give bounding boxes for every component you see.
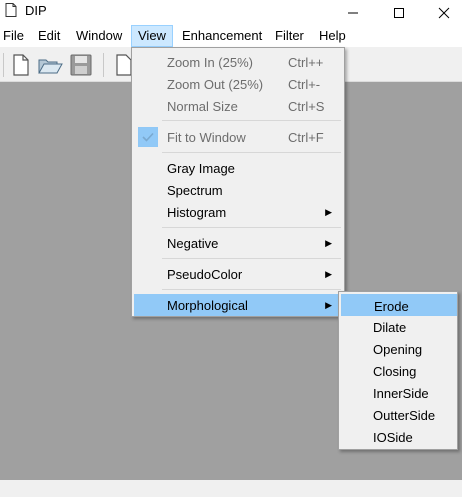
negative-label: Negative [167,236,219,251]
morphological-submenu: Erode Dilate Opening Closing InnerSide O… [338,291,458,450]
menu-view[interactable]: View [131,25,173,47]
menu-separator [162,227,341,228]
menu-separator [162,152,341,153]
fit-to-window-label: Fit to Window [167,130,246,145]
submenu-arrow-icon: ▶ [325,300,332,310]
pseudocolor-label: PseudoColor [167,267,243,282]
dilate-label: Dilate [373,320,407,335]
fit-to-window-item[interactable]: Fit to Window Ctrl+F [134,126,342,148]
menu-help[interactable]: Help [313,25,352,47]
menu-separator [162,289,341,290]
submenu-arrow-icon: ▶ [325,207,332,217]
minimize-icon [348,12,358,13]
outterside-label: OutterSide [373,408,436,423]
checkmark-box [138,127,158,147]
histogram-item[interactable]: Histogram ▶ [134,201,342,223]
window-title: DIP [25,3,47,18]
morphological-item[interactable]: Morphological ▶ [134,294,342,316]
view-dropdown-menu: Zoom In (25%) Ctrl++ Zoom Out (25%) Ctrl… [131,47,345,317]
erode-label: Erode [374,299,409,314]
zoom-in-item[interactable]: Zoom In (25%) Ctrl++ [134,51,342,73]
ioside-label: IOSide [373,430,413,445]
maximize-icon [394,7,404,18]
normal-size-item[interactable]: Normal Size Ctrl+S [134,95,342,117]
menu-separator [162,120,341,121]
menu-enhancement[interactable]: Enhancement [176,25,268,47]
normal-size-shortcut: Ctrl+S [288,99,325,114]
status-bar [0,480,462,497]
spectrum-item[interactable]: Spectrum [134,179,342,201]
negative-item[interactable]: Negative ▶ [134,232,342,254]
closing-item[interactable]: Closing [341,360,457,382]
histogram-label: Histogram [167,205,227,220]
gray-image-label: Gray Image [167,161,235,176]
erode-item[interactable]: Erode [341,294,457,316]
zoom-in-shortcut: Ctrl++ [288,55,324,70]
submenu-arrow-icon: ▶ [325,238,332,248]
menu-file[interactable]: File [0,25,30,47]
opening-label: Opening [373,342,423,357]
maximize-button[interactable] [379,0,419,25]
close-icon [438,7,450,18]
menu-bar: File Edit Window View Enhancement Filter… [0,25,462,47]
zoom-in-label: Zoom In (25%) [167,55,253,70]
menu-edit[interactable]: Edit [32,25,66,47]
fit-to-window-shortcut: Ctrl+F [288,130,324,145]
submenu-arrow-icon: ▶ [325,269,332,279]
innerside-label: InnerSide [373,386,429,401]
dilate-item[interactable]: Dilate [341,316,457,338]
morphological-label: Morphological [167,298,248,313]
menu-separator [162,258,341,259]
app-icon [5,3,17,17]
checkmark-icon [142,132,154,142]
opening-item[interactable]: Opening [341,338,457,360]
zoom-out-item[interactable]: Zoom Out (25%) Ctrl+- [134,73,342,95]
save-icon[interactable] [68,52,94,78]
toolbar-grip [3,53,4,77]
menu-window[interactable]: Window [70,25,128,47]
ioside-item[interactable]: IOSide [341,426,457,448]
title-bar: DIP [0,0,462,25]
pseudocolor-item[interactable]: PseudoColor ▶ [134,263,342,285]
closing-label: Closing [373,364,417,379]
close-button[interactable] [424,0,462,25]
gray-image-item[interactable]: Gray Image [134,157,342,179]
zoom-out-label: Zoom Out (25%) [167,77,264,92]
outterside-item[interactable]: OutterSide [341,404,457,426]
menu-filter[interactable]: Filter [269,25,310,47]
normal-size-label: Normal Size [167,99,238,114]
spectrum-label: Spectrum [167,183,223,198]
toolbar-separator [103,53,104,77]
open-folder-icon[interactable] [37,52,63,78]
new-file-icon[interactable] [7,52,33,78]
minimize-button[interactable] [333,0,373,25]
innerside-item[interactable]: InnerSide [341,382,457,404]
zoom-out-shortcut: Ctrl+- [288,77,321,92]
